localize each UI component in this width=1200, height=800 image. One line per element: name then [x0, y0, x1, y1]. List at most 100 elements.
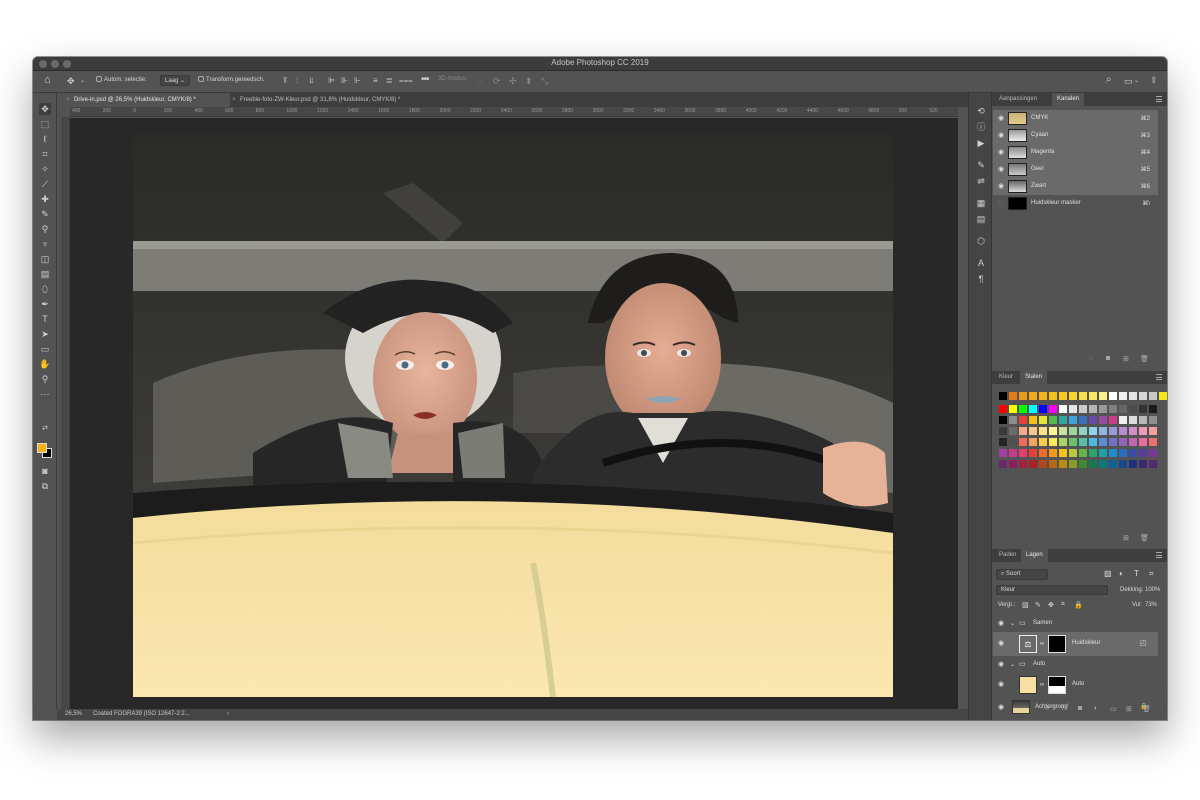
color-swatch[interactable] — [1099, 438, 1107, 446]
delete-layer-icon[interactable]: 🗑 — [1142, 705, 1151, 713]
color-swatch[interactable] — [1109, 460, 1117, 468]
eraser-icon[interactable]: ◫ — [39, 253, 51, 265]
layer-row[interactable]: ◉ ∞ Auto — [993, 673, 1158, 697]
channel-row[interactable]: ◉ Cyaan ⌘3 — [993, 127, 1158, 144]
color-swatch[interactable] — [1139, 460, 1147, 468]
color-swatch[interactable] — [1049, 438, 1057, 446]
eyedropper-icon[interactable]: ⟋ — [39, 178, 51, 190]
tab-layers[interactable]: Lagen — [1021, 549, 1048, 562]
eye-icon[interactable]: ◉ — [998, 681, 1004, 688]
color-swatch[interactable] — [1119, 449, 1127, 457]
color-swatch[interactable] — [1049, 449, 1057, 457]
auto-select-checkbox[interactable]: Autom. selectie: — [96, 76, 147, 83]
color-swatch[interactable] — [1119, 392, 1127, 400]
color-swatch[interactable] — [1099, 405, 1107, 413]
save-selection-icon[interactable]: ◙ — [1106, 355, 1110, 362]
vertical-ruler[interactable] — [61, 117, 70, 709]
color-swatch[interactable] — [1099, 460, 1107, 468]
color-swatch[interactable] — [1109, 392, 1117, 400]
color-swatch[interactable] — [1009, 460, 1017, 468]
color-swatch[interactable] — [1069, 438, 1077, 446]
eye-icon[interactable]: ◉ — [998, 661, 1004, 668]
new-layer-icon[interactable]: ⊞ — [1126, 705, 1132, 713]
color-swatch[interactable] — [1129, 449, 1137, 457]
color-swatch[interactable] — [1039, 427, 1047, 435]
color-swatch[interactable] — [1089, 460, 1097, 468]
disclosure-chevron-icon[interactable]: ⌄ — [1010, 661, 1015, 668]
color-swatch[interactable] — [1109, 416, 1117, 424]
color-swatch[interactable] — [1049, 405, 1057, 413]
color-swatch[interactable] — [1119, 427, 1127, 435]
color-swatch[interactable] — [1139, 416, 1147, 424]
channel-row[interactable]: ◉ Magenta ⌘4 — [993, 144, 1158, 161]
channel-row[interactable]: ◉ Geel ⌘5 — [993, 161, 1158, 178]
align-left-icon[interactable]: ⊫ — [328, 76, 335, 86]
tool-preset-chevron-icon[interactable]: ⌄ — [80, 76, 85, 86]
color-swatch[interactable] — [1009, 438, 1017, 446]
color-swatch[interactable] — [1039, 449, 1047, 457]
magic-wand-icon[interactable]: ✧ — [39, 163, 51, 175]
color-swatch[interactable] — [1009, 405, 1017, 413]
color-swatch[interactable] — [1149, 416, 1157, 424]
align-right-icon[interactable]: ⊩ — [354, 76, 361, 86]
color-swatch[interactable] — [1019, 460, 1027, 468]
delete-swatch-icon[interactable]: 🗑 — [1140, 534, 1149, 542]
color-swatch[interactable] — [1079, 460, 1087, 468]
color-swatch[interactable] — [1039, 438, 1047, 446]
history-icon[interactable]: ⟲ — [975, 105, 987, 117]
document-tab[interactable]: × Drive-in.psd @ 26,5% (Huidskleur, CMYK… — [64, 93, 230, 107]
color-swatch[interactable] — [1069, 392, 1077, 400]
color-swatch[interactable] — [1149, 427, 1157, 435]
new-adjustment-icon[interactable]: ◐ — [1094, 705, 1098, 712]
add-mask-icon[interactable]: ◙ — [1078, 705, 1082, 712]
color-swatch[interactable] — [1039, 460, 1047, 468]
eye-icon[interactable]: ◉ — [998, 115, 1004, 122]
panel-menu-icon[interactable] — [1156, 374, 1162, 380]
layer-mask-thumbnail[interactable] — [1048, 635, 1066, 653]
color-swatch[interactable] — [1149, 392, 1157, 400]
3d-slide-icon[interactable]: ⬍ — [525, 76, 533, 86]
zoom-icon[interactable]: ⚲ — [39, 373, 51, 385]
link-icon[interactable]: ∞ — [1040, 641, 1044, 647]
color-swatch[interactable] — [1059, 392, 1067, 400]
align-vcenter-icon[interactable]: ⫶ — [296, 76, 298, 86]
distribute-bottom-icon[interactable]: ⩶ — [399, 76, 413, 86]
panel-menu-icon[interactable] — [1156, 96, 1162, 102]
screen-mode-icon[interactable]: ⧉ — [39, 480, 51, 492]
distribute-center-icon[interactable]: ≣ — [386, 76, 393, 86]
pen-icon[interactable]: ✒ — [39, 298, 51, 310]
color-swatch[interactable] — [1099, 427, 1107, 435]
color-swatch[interactable] — [999, 405, 1007, 413]
paragraph-icon[interactable]: ¶ — [975, 273, 987, 285]
3d-pan-icon[interactable]: ✣ — [509, 76, 517, 86]
color-swatch[interactable] — [1019, 392, 1027, 400]
color-swatch[interactable] — [999, 427, 1007, 435]
tab-adjustments[interactable]: Aanpassingen — [994, 93, 1042, 106]
color-swatch[interactable] — [1149, 405, 1157, 413]
new-channel-icon[interactable]: ⊞ — [1123, 355, 1129, 363]
tab-channels[interactable]: Kanalen — [1052, 93, 1085, 106]
delete-channel-icon[interactable]: 🗑 — [1140, 355, 1149, 363]
color-swatch[interactable] — [1119, 405, 1127, 413]
color-swatch[interactable] — [1009, 416, 1017, 424]
color-swatch[interactable] — [1059, 405, 1067, 413]
color-swatch[interactable] — [1049, 460, 1057, 468]
color-swatch[interactable] — [1159, 392, 1167, 400]
color-swatch[interactable] — [1009, 449, 1017, 457]
path-selection-icon[interactable]: ➤ — [39, 328, 51, 340]
lock-pixels-icon[interactable]: ✎ — [1035, 601, 1041, 609]
color-swatch[interactable] — [1019, 449, 1027, 457]
align-hcenter-icon[interactable]: ⊪ — [341, 76, 348, 86]
search-icon[interactable]: ⌕ — [1106, 75, 1112, 85]
color-swatch[interactable] — [1069, 416, 1077, 424]
color-swatch[interactable] — [1049, 416, 1057, 424]
color-swatch[interactable] — [1129, 416, 1137, 424]
color-swatch[interactable] — [1089, 416, 1097, 424]
color-swatch[interactable] — [1039, 416, 1047, 424]
more-tools-icon[interactable]: ⋯ — [39, 388, 51, 400]
channel-row[interactable]: ◉ Zwart ⌘6 — [993, 178, 1158, 195]
color-swatch[interactable] — [1019, 405, 1027, 413]
eye-icon[interactable]: ◉ — [998, 620, 1004, 627]
color-swatch[interactable] — [1089, 449, 1097, 457]
color-swatch[interactable] — [1079, 449, 1087, 457]
